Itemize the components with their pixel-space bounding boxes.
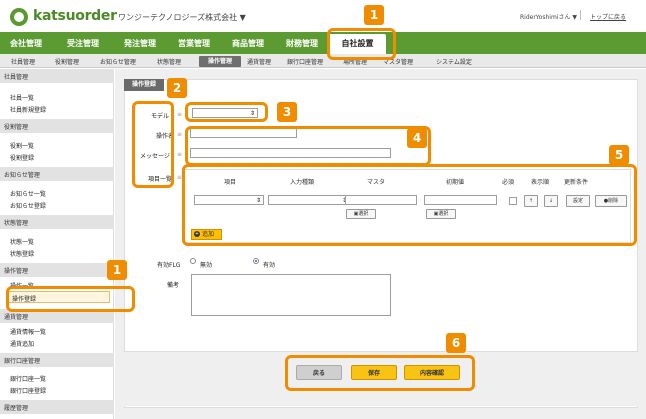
- inactive-label: 無効: [200, 262, 213, 269]
- sidebar-item-news-list[interactable]: お知らせ一覧: [10, 189, 46, 198]
- active-radio[interactable]: [253, 258, 259, 264]
- sidebar-item-role-list[interactable]: 役割一覧: [10, 141, 34, 150]
- subnav-currency[interactable]: 通貨管理: [247, 57, 271, 66]
- annotation-badge-5: 5: [609, 145, 629, 165]
- sidebar: 社員管理 社員一覧 社員新規登録 役割管理 役割一覧 役割登録 お知らせ管理 お…: [0, 69, 114, 419]
- inactive-radio[interactable]: [190, 258, 196, 264]
- sidebar-section-title: 社員管理: [0, 69, 114, 83]
- subnav-staff[interactable]: 社員管理: [11, 57, 35, 66]
- sidebar-section-title: お知らせ管理: [0, 167, 114, 181]
- memo-textarea[interactable]: [191, 274, 391, 316]
- annotation-badge-3: 3: [277, 102, 297, 122]
- subnav-operation[interactable]: 操作管理: [199, 56, 241, 67]
- company-selector[interactable]: ワンジーテクノロジーズ株式会社 ▼: [118, 12, 246, 23]
- active-label: 有効: [263, 262, 276, 269]
- active-flag-label: 有効FLG: [157, 262, 181, 269]
- top-header: katsuorder ワンジーテクノロジーズ株式会社 ▼ RiderYoshim…: [0, 0, 646, 32]
- annotation-badge-4: 4: [407, 128, 427, 148]
- highlight-operation-fields: [185, 126, 431, 166]
- sidebar-item-status-list[interactable]: 状態一覧: [10, 237, 34, 246]
- logo-text: katsuorder: [33, 8, 117, 24]
- required-mark: ≡: [177, 131, 183, 138]
- annotation-badge-1: 1: [107, 260, 127, 280]
- nav-product-management[interactable]: 商品管理: [232, 38, 264, 49]
- memo-label: 備考: [167, 282, 180, 289]
- highlight-company-settings: [327, 28, 396, 60]
- subnav-news[interactable]: お知らせ管理: [100, 57, 136, 66]
- sidebar-item-staff-list[interactable]: 社員一覧: [10, 93, 34, 102]
- sidebar-section-title: 操作管理: [0, 263, 114, 277]
- sidebar-item-news-register[interactable]: お知らせ登録: [10, 201, 46, 210]
- required-mark: ≡: [177, 111, 183, 118]
- header-divider: [580, 10, 581, 20]
- user-menu[interactable]: RiderYoshimiさん ▼: [520, 12, 577, 21]
- sidebar-section-title: 履歴管理: [0, 400, 114, 414]
- nav-sales-management[interactable]: 営業管理: [178, 38, 210, 49]
- brand-logo-icon: [10, 8, 28, 26]
- annotation-badge-6: 6: [446, 333, 466, 353]
- sidebar-item-bank-account-register[interactable]: 銀行口座登録: [10, 386, 46, 395]
- subnav-bank-account[interactable]: 銀行口座管理: [287, 57, 323, 66]
- sidebar-section-title: 状態管理: [0, 215, 114, 229]
- annotation-badge-2: 2: [167, 78, 187, 98]
- highlight-sidebar-operation-register: [6, 286, 135, 312]
- sidebar-item-currency-add[interactable]: 通貨追加: [10, 339, 34, 348]
- required-mark: ≡: [177, 151, 183, 158]
- nav-purchase-management[interactable]: 発注管理: [124, 38, 156, 49]
- sidebar-item-role-register[interactable]: 役割登録: [10, 153, 34, 162]
- sidebar-item-bank-account-list[interactable]: 銀行口座一覧: [10, 374, 46, 383]
- subnav-system-settings[interactable]: システム設定: [436, 57, 472, 66]
- sidebar-section-title: 銀行口座管理: [0, 353, 114, 367]
- subnav-role[interactable]: 役割管理: [55, 57, 79, 66]
- form-title: 操作登録: [124, 79, 164, 91]
- highlight-item-table: [182, 164, 637, 246]
- nav-finance-management[interactable]: 財務管理: [286, 38, 318, 49]
- sub-navigation: 社員管理 役割管理 お知らせ管理 状態管理 操作管理 通貨管理 銀行口座管理 場…: [0, 54, 646, 68]
- highlight-model-select: [185, 102, 268, 122]
- sidebar-item-status-register[interactable]: 状態登録: [10, 249, 34, 258]
- highlight-form-labels: [132, 101, 174, 188]
- back-to-top-link[interactable]: トップに戻る: [590, 12, 626, 21]
- sidebar-item-currency-list[interactable]: 通貨情報一覧: [10, 327, 46, 336]
- nav-company-management[interactable]: 会社管理: [10, 38, 42, 49]
- nav-order-management[interactable]: 受注管理: [67, 38, 99, 49]
- annotation-badge-1: 1: [364, 5, 384, 25]
- main-navigation: 会社管理 受注管理 発注管理 営業管理 商品管理 財務管理 自社設置: [0, 32, 646, 54]
- subnav-status[interactable]: 状態管理: [157, 57, 181, 66]
- sidebar-section-title: 役割管理: [0, 119, 114, 133]
- highlight-action-buttons: [285, 355, 475, 391]
- sidebar-item-staff-register[interactable]: 社員新規登録: [10, 105, 46, 114]
